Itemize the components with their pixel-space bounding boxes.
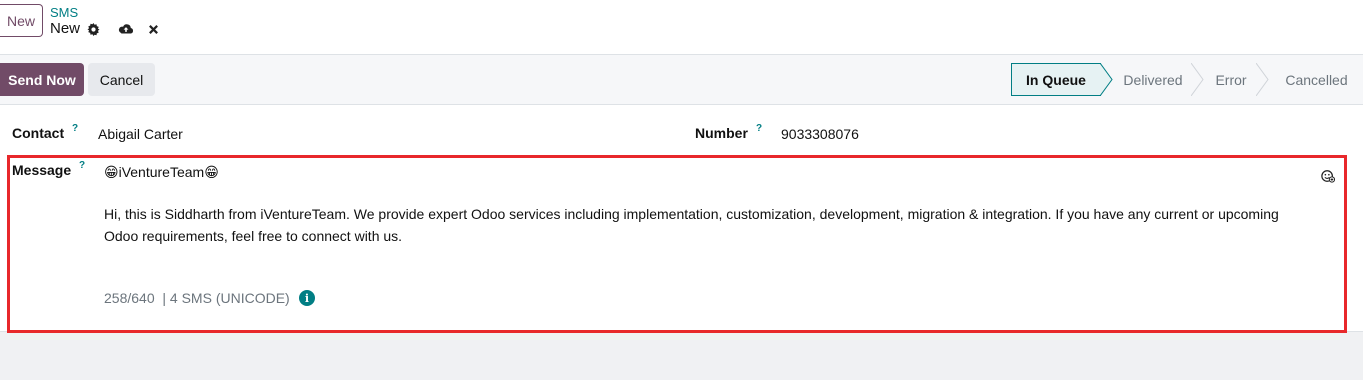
contact-value[interactable]: Abigail Carter <box>98 126 183 142</box>
stage-arrow <box>1256 63 1269 96</box>
stage-label: In Queue <box>1026 71 1086 88</box>
stage-label: Error <box>1215 71 1247 88</box>
contact-label: Contact <box>12 125 65 141</box>
message-highlight-box <box>7 155 1347 333</box>
stage-error[interactable]: Error <box>1205 63 1257 96</box>
stage-in-queue[interactable]: In Queue <box>1011 63 1101 96</box>
stage-arrow <box>1100 63 1113 96</box>
number-value[interactable]: 9033308076 <box>781 126 859 142</box>
stage-label: Cancelled <box>1285 71 1348 88</box>
number-label: Number <box>695 125 748 141</box>
stage-delivered[interactable]: Delivered <box>1114 63 1192 96</box>
record-title: New <box>50 20 81 37</box>
form-sheet: Contact ? Abigail Carter Number ? 903330… <box>0 104 1363 333</box>
contact-help-icon[interactable]: ? <box>72 123 78 134</box>
statusbar-row: Send Now Cancel In Queue Delivered Error… <box>0 55 1363 105</box>
number-help-icon[interactable]: ? <box>756 123 762 134</box>
cancel-button[interactable]: Cancel <box>88 63 155 96</box>
stage-label: Delivered <box>1123 71 1183 88</box>
stage-cancelled[interactable]: Cancelled <box>1270 63 1363 96</box>
cloud-upload-icon[interactable] <box>118 22 134 36</box>
breadcrumb[interactable]: SMS <box>50 5 78 20</box>
send-now-button[interactable]: Send Now <box>0 63 84 96</box>
status-pipeline: In Queue Delivered Error Cancelled <box>1011 63 1363 96</box>
new-button[interactable]: New <box>0 4 43 37</box>
control-panel: New SMS New <box>0 0 1363 55</box>
gear-icon[interactable] <box>86 22 100 36</box>
stage-arrow <box>1191 63 1204 96</box>
close-icon[interactable] <box>146 22 160 36</box>
